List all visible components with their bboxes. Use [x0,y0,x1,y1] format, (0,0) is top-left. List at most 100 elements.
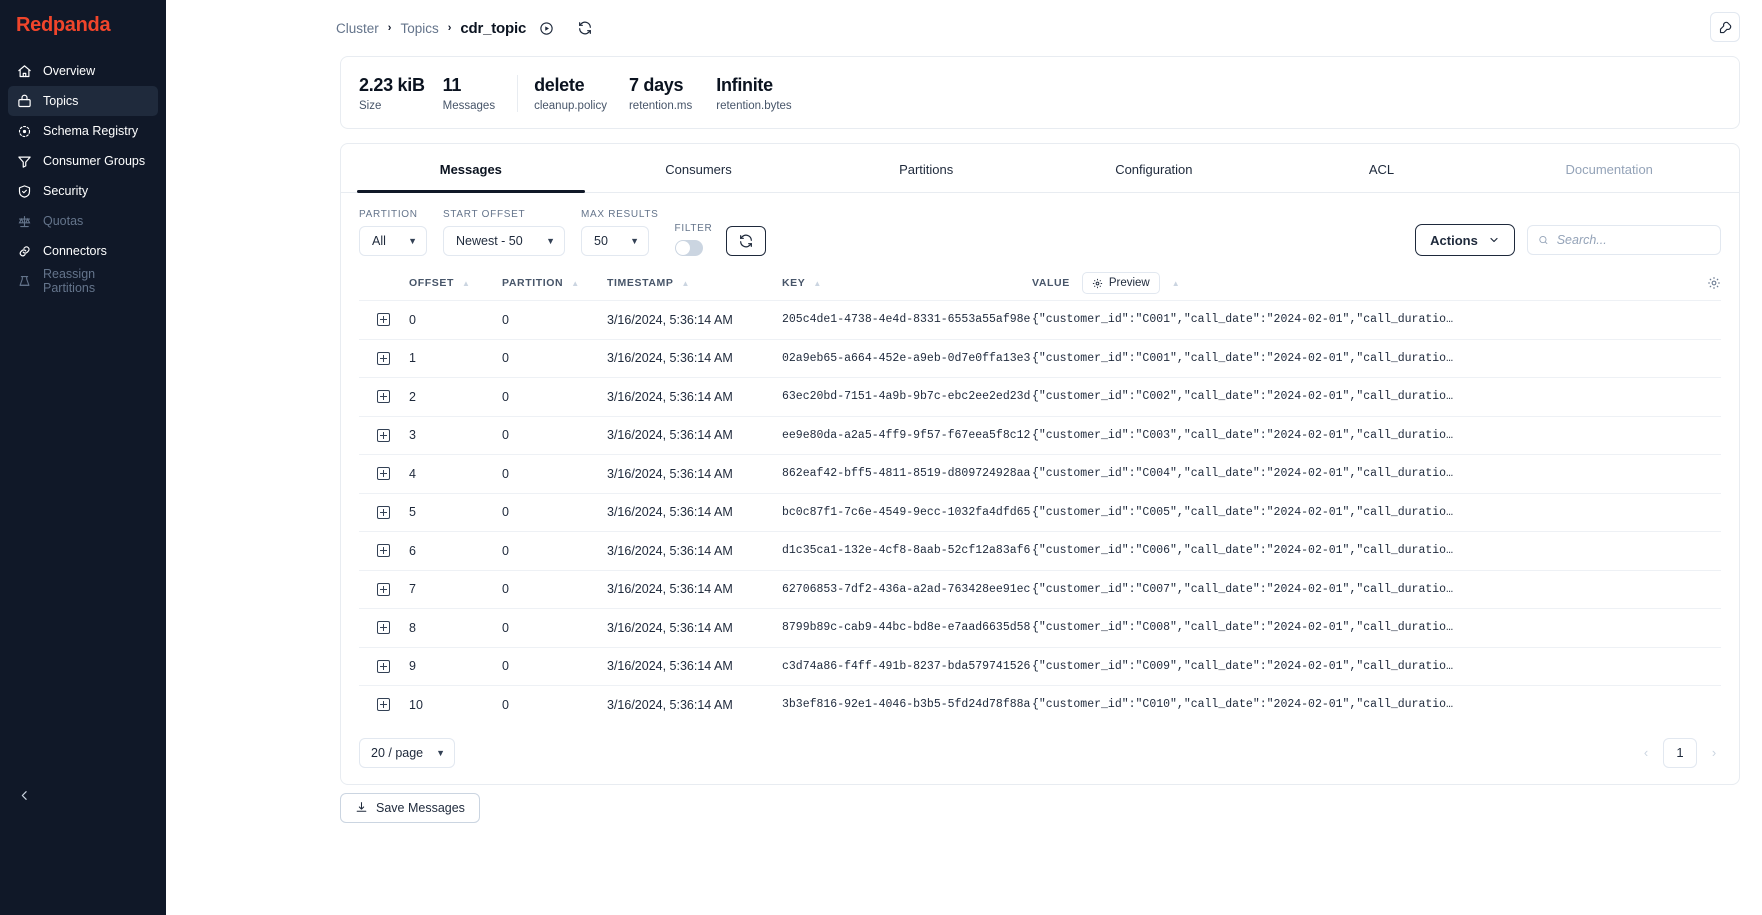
expand-row-icon[interactable] [377,582,390,596]
tools-button[interactable] [1710,12,1740,42]
partition-select[interactable]: All ▼ [359,226,427,256]
table-row[interactable]: 10 0 3/16/2024, 5:36:14 AM 3b3ef816-92e1… [359,685,1721,724]
sidebar-item-topics[interactable]: Topics [8,86,158,116]
prev-page-button[interactable]: ‹ [1639,745,1653,760]
start-offset-select[interactable]: Newest - 50 ▼ [443,226,565,256]
cell-value: {"customer_id":"C008","call_date":"2024-… [1032,621,1453,635]
expand-row-icon[interactable] [377,544,390,558]
play-circle-icon[interactable] [539,21,554,36]
sidebar: Redpanda Overview Topics Schema Registry [0,0,166,915]
table-row[interactable]: 7 0 3/16/2024, 5:36:14 AM 62706853-7df2-… [359,569,1721,609]
column-header-key[interactable]: KEY ▲ [782,277,1032,289]
filter-toggle[interactable] [674,240,703,256]
reassign-icon [16,273,32,289]
breadcrumb-topics[interactable]: Topics [400,21,438,36]
sidebar-item-security[interactable]: Security [8,176,158,206]
cell-key: d1c35ca1-132e-4cf8-8aab-52cf12a83af6 [782,544,1031,558]
breadcrumb-separator: › [447,22,452,34]
table-row[interactable]: 0 0 3/16/2024, 5:36:14 AM 205c4de1-4738-… [359,300,1721,339]
cell-value: {"customer_id":"C009","call_date":"2024-… [1032,659,1453,673]
page-size-value: 20 / page [371,745,424,760]
cell-timestamp: 3/16/2024, 5:36:14 AM [607,466,733,481]
column-header-timestamp[interactable]: TIMESTAMP ▲ [607,277,782,289]
cell-offset: 4 [409,466,416,481]
expand-row-icon[interactable] [377,351,390,365]
refresh-messages-button[interactable] [726,226,767,256]
table-row[interactable]: 4 0 3/16/2024, 5:36:14 AM 862eaf42-bff5-… [359,454,1721,493]
column-header-offset[interactable]: OFFSET ▲ [409,277,502,289]
search-box[interactable] [1527,225,1721,255]
stat-value: 2.23 kiB [359,75,425,95]
tab-documentation[interactable]: Documentation [1495,144,1723,192]
brand-logo[interactable]: Redpanda [0,0,166,48]
expand-row-icon[interactable] [377,313,390,327]
expand-row-icon[interactable] [377,505,390,519]
cell-value: {"customer_id":"C005","call_date":"2024-… [1032,505,1453,519]
expand-row-icon[interactable] [377,390,390,404]
pagination: ‹ 1 › [1639,737,1721,768]
tab-messages[interactable]: Messages [357,144,585,193]
stat-value: delete [534,75,585,95]
stat-label: retention.bytes [716,100,792,112]
cell-partition: 0 [502,697,509,712]
actions-button[interactable]: Actions [1415,224,1515,256]
funnel-icon [16,153,32,169]
save-messages-button[interactable]: Save Messages [340,792,480,823]
cell-value: {"customer_id":"C006","call_date":"2024-… [1032,544,1453,558]
table-row[interactable]: 6 0 3/16/2024, 5:36:14 AM d1c35ca1-132e-… [359,531,1721,570]
expand-row-icon[interactable] [377,428,390,442]
cell-partition: 0 [502,620,509,635]
cell-timestamp: 3/16/2024, 5:36:14 AM [607,659,733,674]
sidebar-item-schema-registry[interactable]: Schema Registry [8,116,158,146]
table-settings-button[interactable] [1707,276,1721,290]
sidebar-collapse-button[interactable] [14,785,34,805]
stat-cleanup-policy: delete cleanup.policy [534,75,607,112]
preview-button[interactable]: Preview [1081,272,1160,294]
expand-row-icon[interactable] [377,659,390,673]
table-row[interactable]: 1 0 3/16/2024, 5:36:14 AM 02a9eb65-a664-… [359,338,1721,378]
column-header-value[interactable]: VALUE Preview ▲ [1032,272,1721,294]
sidebar-item-connectors[interactable]: Connectors [8,236,158,266]
table-row[interactable]: 8 0 3/16/2024, 5:36:14 AM 8799b89c-cab9-… [359,608,1721,647]
breadcrumb-cluster[interactable]: Cluster [336,21,379,36]
column-label: OFFSET [409,277,455,289]
cell-partition: 0 [502,505,509,520]
table-row[interactable]: 9 0 3/16/2024, 5:36:14 AM c3d74a86-f4ff-… [359,646,1721,686]
schema-registry-icon [16,123,32,139]
max-results-select[interactable]: 50 ▼ [581,226,649,256]
refresh-icon[interactable] [577,20,593,36]
cell-timestamp: 3/16/2024, 5:36:14 AM [607,389,733,404]
expand-row-icon[interactable] [377,698,390,712]
tab-consumers[interactable]: Consumers [585,144,813,192]
sidebar-item-consumer-groups[interactable]: Consumer Groups [8,146,158,176]
cell-partition: 0 [502,582,509,597]
stat-messages: 11 Messages [425,75,495,112]
sidebar-nav: Overview Topics Schema Registry Consumer… [0,56,166,296]
table-row[interactable]: 5 0 3/16/2024, 5:36:14 AM bc0c87f1-7c6e-… [359,492,1721,532]
download-icon [356,802,367,812]
page-size-select[interactable]: 20 / page ▼ [359,737,455,768]
tab-acl[interactable]: ACL [1268,144,1496,192]
table-row[interactable]: 2 0 3/16/2024, 5:36:14 AM 63ec20bd-7151-… [359,377,1721,416]
cell-value: {"customer_id":"C004","call_date":"2024-… [1032,467,1453,481]
column-header-partition[interactable]: PARTITION ▲ [502,277,607,289]
column-label: KEY [782,277,806,289]
expand-row-icon[interactable] [377,467,390,481]
next-page-button[interactable]: › [1707,745,1721,760]
sidebar-item-reassign-partitions[interactable]: Reassign Partitions [8,266,158,296]
tab-partitions[interactable]: Partitions [812,144,1040,192]
chevron-down-icon: ▼ [546,236,555,246]
sidebar-item-overview[interactable]: Overview [8,56,158,86]
table-row[interactable]: 3 0 3/16/2024, 5:36:14 AM ee9e80da-a2a5-… [359,415,1721,455]
shield-check-icon [16,183,32,199]
page-number-1[interactable]: 1 [1663,737,1697,768]
sidebar-item-quotas[interactable]: Quotas [8,206,158,236]
cell-timestamp: 3/16/2024, 5:36:14 AM [607,582,733,597]
tab-configuration[interactable]: Configuration [1040,144,1268,192]
search-input[interactable] [1556,233,1710,247]
expand-row-icon[interactable] [377,621,390,635]
cell-offset: 8 [409,620,416,635]
expand-cell [359,390,409,404]
cell-timestamp: 3/16/2024, 5:36:14 AM [607,351,733,366]
partition-control: PARTITION All ▼ [359,209,427,256]
